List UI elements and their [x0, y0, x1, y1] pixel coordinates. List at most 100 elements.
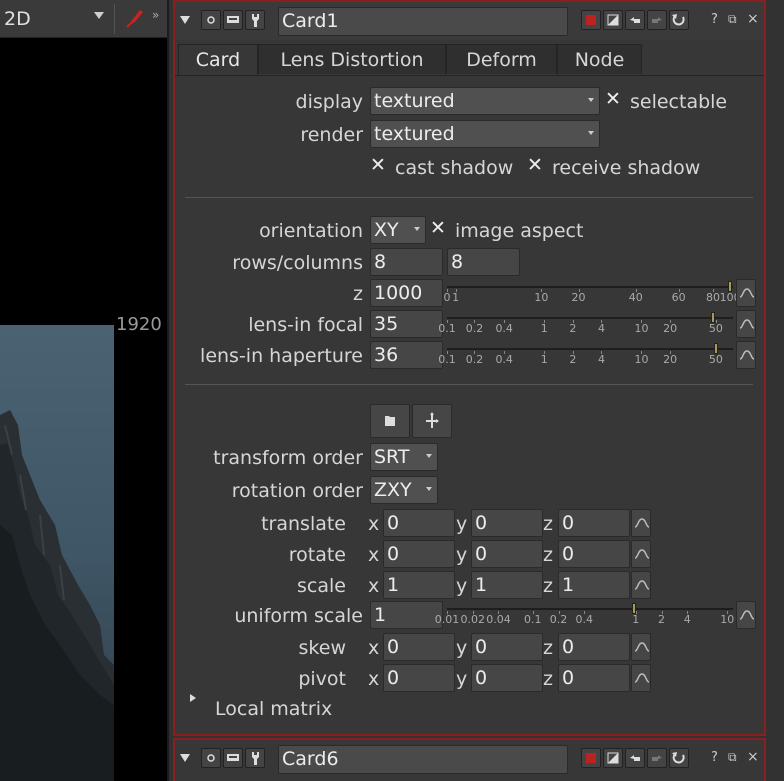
pane-divider[interactable]	[167, 0, 169, 781]
lens-haperture-input[interactable]: 36	[370, 341, 443, 369]
translate-x-input[interactable]: 0	[383, 509, 455, 537]
float-panel-icon[interactable]: ⧉	[728, 12, 737, 27]
tab-card[interactable]: Card	[178, 44, 258, 76]
settings-button[interactable]	[245, 10, 265, 30]
uniform-scale-label: uniform scale	[234, 605, 363, 627]
node-color-swatch[interactable]	[581, 748, 601, 768]
tile-color-button[interactable]	[603, 10, 623, 30]
skew-x-input[interactable]: 0	[383, 633, 455, 661]
node-name-input[interactable]: Card6	[278, 745, 568, 774]
help-icon[interactable]: ?	[711, 12, 718, 27]
panel-title-bar: Card1 ? ⧉ ×	[175, 2, 764, 40]
uniform-scale-slider[interactable]: 0.01 0.02 0.04 0.1 0.2 0.4 1 2 4 10	[435, 602, 735, 630]
lens-haperture-animation-button[interactable]	[736, 341, 756, 369]
node-name-input[interactable]: Card1	[278, 7, 568, 36]
z-slider[interactable]: 0 1 10 20 40 60 80 100	[444, 280, 741, 308]
float-panel-icon[interactable]: ⧉	[728, 750, 737, 765]
transform-handle-button[interactable]	[412, 404, 452, 438]
pivot-z-input[interactable]: 0	[558, 664, 630, 692]
settings-button[interactable]	[245, 748, 265, 768]
tile-color-button[interactable]	[603, 748, 623, 768]
tab-deform[interactable]: Deform	[446, 44, 557, 74]
scale-x-input[interactable]: 1	[383, 571, 455, 599]
redo-icon	[652, 755, 662, 761]
collapse-icon[interactable]	[180, 16, 190, 24]
rotation-order-select[interactable]: ZXY	[370, 476, 438, 504]
lens-focal-slider[interactable]: 0.1 0.2 0.4 1 2 4 10 20 50	[438, 311, 735, 339]
receive-shadow-checkbox[interactable]: ✕	[527, 154, 543, 176]
render-label: render	[300, 124, 363, 146]
pivot-animation-button[interactable]	[631, 664, 651, 692]
local-matrix-group[interactable]: Local matrix	[215, 698, 332, 720]
slider-tick-label: 2	[658, 613, 665, 626]
close-icon[interactable]: ×	[747, 11, 759, 27]
viewer-mode-select[interactable]: 2D	[4, 8, 31, 30]
skew-z-input[interactable]: 0	[558, 633, 630, 661]
node-color-button[interactable]	[201, 10, 221, 30]
z-input[interactable]: 1000	[370, 279, 443, 307]
lens-focal-input[interactable]: 35	[370, 310, 443, 338]
expand-icon[interactable]	[190, 694, 196, 702]
rows-input[interactable]: 8	[370, 248, 443, 276]
viewer-toolbar: 2D »	[0, 0, 168, 38]
slider-handle[interactable]	[728, 281, 733, 292]
orientation-select[interactable]: XY	[370, 216, 426, 244]
skew-y-input[interactable]: 0	[471, 633, 543, 661]
center-node-button[interactable]	[223, 748, 243, 768]
pivot-x-input[interactable]: 0	[383, 664, 455, 692]
slider-handle[interactable]	[713, 343, 718, 354]
slider-tick-label: 0.4	[495, 322, 513, 335]
lens-focal-animation-button[interactable]	[736, 310, 756, 338]
rotate-y-input[interactable]: 0	[471, 540, 543, 568]
paint-brush-icon[interactable]	[124, 7, 146, 29]
rotate-animation-button[interactable]	[631, 540, 651, 568]
node-color-swatch[interactable]	[581, 10, 601, 30]
center-node-button[interactable]	[223, 10, 243, 30]
revert-button[interactable]	[669, 748, 689, 768]
slider-track	[447, 348, 733, 350]
uniform-scale-animation-button[interactable]	[736, 601, 756, 629]
slider-tick-label: 4	[597, 322, 605, 335]
rotate-x-input[interactable]: 0	[383, 540, 455, 568]
cast-shadow-checkbox[interactable]: ✕	[370, 154, 386, 176]
undo-button[interactable]	[625, 748, 645, 768]
slider-tick-label: 2	[569, 353, 577, 366]
render-select[interactable]: textured	[370, 120, 600, 148]
scale-y-input[interactable]: 1	[471, 571, 543, 599]
translate-animation-button[interactable]	[631, 509, 651, 537]
scale-animation-button[interactable]	[631, 571, 651, 599]
undo-button[interactable]	[625, 10, 645, 30]
selectable-checkbox[interactable]: ✕	[605, 88, 621, 110]
scale-y-axis-label: y	[456, 575, 468, 597]
translate-z-input[interactable]: 0	[558, 509, 630, 537]
columns-input[interactable]: 8	[447, 248, 520, 276]
tab-node[interactable]: Node	[557, 44, 642, 74]
file-menu-button[interactable]	[370, 404, 410, 438]
skew-animation-button[interactable]	[631, 633, 651, 661]
viewer[interactable]: 2D » 1920	[0, 0, 168, 781]
slider-handle[interactable]	[710, 312, 715, 323]
rotate-z-input[interactable]: 0	[558, 540, 630, 568]
chevron-down-icon[interactable]	[94, 12, 104, 19]
translate-y-input[interactable]: 0	[471, 509, 543, 537]
rotate-z-axis-label: z	[543, 544, 553, 566]
help-icon[interactable]: ?	[711, 750, 718, 765]
revert-button[interactable]	[669, 10, 689, 30]
z-animation-button[interactable]	[736, 279, 756, 307]
curve-icon	[634, 673, 650, 683]
scale-z-input[interactable]: 1	[558, 571, 630, 599]
transform-order-select[interactable]: SRT	[370, 443, 438, 471]
more-options-icon[interactable]: »	[152, 8, 159, 22]
node-color-button[interactable]	[201, 748, 221, 768]
close-icon[interactable]: ×	[747, 749, 759, 765]
slider-handle[interactable]	[632, 603, 637, 614]
pivot-y-input[interactable]: 0	[471, 664, 543, 692]
redo-button[interactable]	[647, 10, 667, 30]
uniform-scale-input[interactable]: 1	[370, 601, 443, 629]
tab-lens-distortion[interactable]: Lens Distortion	[258, 44, 446, 74]
collapse-icon[interactable]	[180, 754, 190, 762]
redo-button[interactable]	[647, 748, 667, 768]
lens-haperture-slider[interactable]: 0.1 0.2 0.4 1 2 4 10 20 50	[438, 342, 735, 370]
image-aspect-checkbox[interactable]: ✕	[430, 217, 446, 239]
display-select[interactable]: textured	[370, 87, 600, 115]
